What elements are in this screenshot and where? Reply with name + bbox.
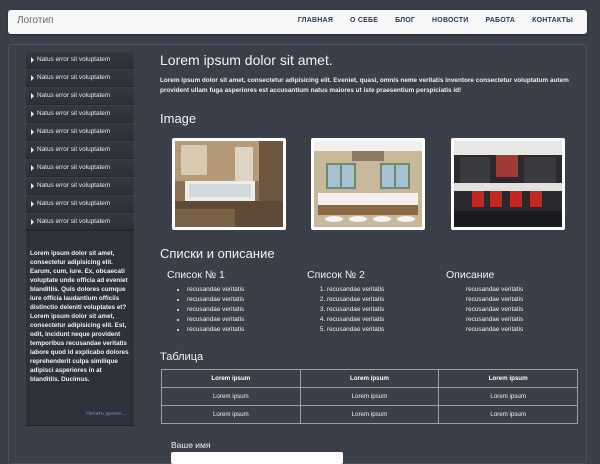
caret-right-icon bbox=[31, 165, 34, 171]
sidebar-text-box: Lorem ipsum dolor sit amet, consectetur … bbox=[26, 229, 134, 426]
sidebar-menu: Natus error sit voluptatem Natus error s… bbox=[26, 52, 134, 231]
sidebar-item-label: Natus error sit voluptatem bbox=[37, 146, 111, 153]
description-item: recusandae veritatis bbox=[466, 316, 524, 323]
kitchen-picture bbox=[314, 141, 422, 227]
sidebar-item[interactable]: Natus error sit voluptatem bbox=[26, 178, 134, 195]
red-kitchen-picture bbox=[454, 141, 562, 227]
caret-right-icon bbox=[31, 183, 34, 189]
images-heading: Image bbox=[160, 111, 197, 126]
sidebar-text: Lorem ipsum dolor sit amet, consectetur … bbox=[30, 250, 129, 383]
description-title: Описание bbox=[446, 269, 495, 281]
list-item: recusandae veritatis bbox=[327, 285, 437, 295]
nav-link-work[interactable]: РАБОТА bbox=[485, 17, 515, 24]
bathroom-picture bbox=[175, 141, 283, 227]
sidebar-item[interactable]: Natus error sit voluptatem bbox=[26, 88, 134, 105]
list-1: Список № 1 recusandae veritatis recusand… bbox=[167, 269, 297, 335]
caret-right-icon bbox=[31, 111, 34, 117]
sidebar-item-label: Natus error sit voluptatem bbox=[37, 182, 111, 189]
bathroom-image[interactable] bbox=[172, 138, 286, 230]
table-cell: Lorem ipsum bbox=[299, 405, 440, 424]
name-field-label: Ваше имя bbox=[171, 440, 211, 450]
kitchen-image[interactable] bbox=[311, 138, 425, 230]
sidebar-item-label: Natus error sit voluptatem bbox=[37, 200, 111, 207]
list-item: recusandae veritatis bbox=[187, 285, 297, 295]
table-header-cell: Lorem ipsum bbox=[161, 369, 301, 388]
sidebar-item-label: Natus error sit voluptatem bbox=[37, 128, 111, 135]
sidebar-item[interactable]: Natus error sit voluptatem bbox=[26, 160, 134, 177]
sidebar-item[interactable]: Natus error sit voluptatem bbox=[26, 70, 134, 87]
list-2-title: Список № 2 bbox=[307, 269, 365, 281]
sidebar-item-label: Natus error sit voluptatem bbox=[37, 56, 111, 63]
list-item: recusandae veritatis bbox=[327, 305, 437, 315]
caret-right-icon bbox=[31, 219, 34, 225]
read-more-link[interactable]: Читать далее... bbox=[86, 411, 126, 417]
sidebar-item-label: Natus error sit voluptatem bbox=[37, 110, 111, 117]
content: Lorem ipsum dolor sit amet. Lorem ipsum … bbox=[160, 52, 576, 96]
table-header-cell: Lorem ipsum bbox=[438, 369, 578, 388]
list-2: Список № 2 recusandae veritatis recusand… bbox=[307, 269, 437, 335]
caret-right-icon bbox=[31, 93, 34, 99]
sidebar-item-label: Natus error sit voluptatem bbox=[37, 92, 111, 99]
sidebar-item[interactable]: Natus error sit voluptatem bbox=[26, 52, 134, 69]
description-item: recusandae veritatis bbox=[466, 296, 524, 303]
caret-right-icon bbox=[31, 75, 34, 81]
description-item: recusandae veritatis bbox=[466, 286, 524, 293]
lists-heading: Списки и описание bbox=[160, 246, 275, 261]
table-cell: Lorem ipsum bbox=[161, 405, 301, 424]
description-item: recusandae veritatis bbox=[466, 326, 524, 333]
list-item: recusandae veritatis bbox=[187, 325, 297, 335]
list-item: recusandae veritatis bbox=[187, 315, 297, 325]
table-cell: Lorem ipsum bbox=[299, 387, 440, 406]
nav-links: ГЛАВНАЯ О СЕБЕ БЛОГ НОВОСТИ РАБОТА КОНТА… bbox=[281, 17, 573, 24]
caret-right-icon bbox=[31, 201, 34, 207]
data-table: Lorem ipsum Lorem ipsum Lorem ipsum Lore… bbox=[161, 369, 578, 424]
list-item: recusandae veritatis bbox=[327, 325, 437, 335]
sidebar-item-label: Natus error sit voluptatem bbox=[37, 218, 111, 225]
navbar: Логотип ГЛАВНАЯ О СЕБЕ БЛОГ НОВОСТИ РАБО… bbox=[8, 10, 587, 34]
nav-link-contacts[interactable]: КОНТАКТЫ bbox=[532, 17, 573, 24]
list-item: recusandae veritatis bbox=[187, 305, 297, 315]
table-row: Lorem ipsum Lorem ipsum Lorem ipsum bbox=[161, 405, 578, 424]
caret-right-icon bbox=[31, 147, 34, 153]
table-cell: Lorem ipsum bbox=[438, 387, 578, 406]
table-header-cell: Lorem ipsum bbox=[299, 369, 440, 388]
list-item: recusandae veritatis bbox=[187, 295, 297, 305]
table-cell: Lorem ipsum bbox=[438, 405, 578, 424]
list-1-title: Список № 1 bbox=[167, 269, 225, 281]
description-item: recusandae veritatis bbox=[466, 306, 524, 313]
page-title: Lorem ipsum dolor sit amet. bbox=[160, 52, 333, 68]
table-row: Lorem ipsum Lorem ipsum Lorem ipsum bbox=[161, 387, 578, 406]
nav-link-home[interactable]: ГЛАВНАЯ bbox=[298, 17, 333, 24]
nav-link-news[interactable]: НОВОСТИ bbox=[432, 17, 468, 24]
sidebar-item[interactable]: Natus error sit voluptatem bbox=[26, 196, 134, 213]
sidebar-item[interactable]: Natus error sit voluptatem bbox=[26, 124, 134, 141]
table-header-row: Lorem ipsum Lorem ipsum Lorem ipsum bbox=[161, 369, 578, 388]
nav-link-blog[interactable]: БЛОГ bbox=[395, 17, 415, 24]
sidebar-item-label: Natus error sit voluptatem bbox=[37, 74, 111, 81]
nav-link-about[interactable]: О СЕБЕ bbox=[350, 17, 378, 24]
caret-right-icon bbox=[31, 57, 34, 63]
table-heading: Таблица bbox=[160, 351, 204, 363]
sidebar-item[interactable]: Natus error sit voluptatem bbox=[26, 106, 134, 123]
sidebar-item-label: Natus error sit voluptatem bbox=[37, 164, 111, 171]
caret-right-icon bbox=[31, 129, 34, 135]
description-list: Описание recusandae veritatis recusandae… bbox=[446, 269, 576, 335]
logo[interactable]: Логотип bbox=[17, 15, 53, 26]
table-cell: Lorem ipsum bbox=[161, 387, 301, 406]
list-item: recusandae veritatis bbox=[327, 295, 437, 305]
sidebar-item[interactable]: Natus error sit voluptatem bbox=[26, 142, 134, 159]
red-kitchen-image[interactable] bbox=[451, 138, 565, 230]
lead-text: Lorem ipsum dolor sit amet, consectetur … bbox=[160, 77, 569, 94]
sidebar: Natus error sit voluptatem Natus error s… bbox=[26, 52, 134, 232]
list-item: recusandae veritatis bbox=[327, 315, 437, 325]
